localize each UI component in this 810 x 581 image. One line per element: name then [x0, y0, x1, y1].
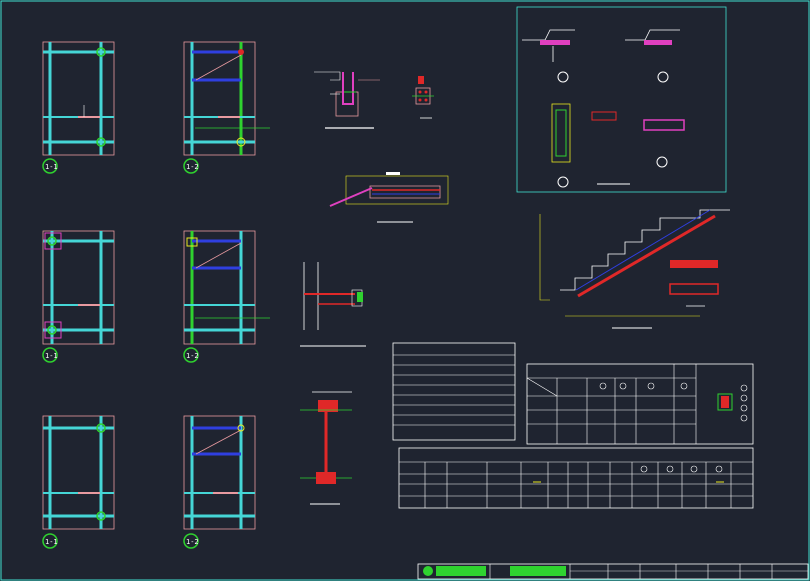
table-notes	[392, 342, 516, 441]
detail-column-base	[300, 391, 352, 505]
section-label-3: 1-1	[42, 533, 58, 549]
section-label-text: 1-2	[186, 352, 199, 360]
section-1-2-mid	[183, 230, 270, 345]
detail-wall-section	[300, 262, 366, 347]
section-1-2-top	[183, 41, 270, 156]
section-1-1-bottom	[42, 415, 115, 530]
section-label-text: 1-2	[186, 163, 199, 171]
section-label-text: 1-2	[186, 538, 199, 546]
section-label-5: 1-2	[183, 347, 199, 363]
section-label-6: 1-2	[183, 533, 199, 549]
section-label-4: 1-2	[183, 158, 199, 174]
detail-small-column	[412, 76, 434, 119]
section-label-text: 1-1	[45, 163, 58, 171]
detail-stair-section	[539, 209, 730, 329]
drawing-frame	[0, 0, 810, 581]
section-label-1: 1-1	[42, 158, 58, 174]
detail-stair-run	[329, 172, 449, 223]
section-label-text: 1-1	[45, 538, 58, 546]
title-block	[417, 563, 809, 580]
cad-drawing-canvas[interactable]: 1-1 1-1 1-1 1-2 1-2 1-2	[0, 0, 810, 581]
table-schedule	[526, 363, 754, 445]
section-1-2-bottom	[183, 415, 256, 530]
section-label-2: 1-1	[42, 347, 58, 363]
section-label-text: 1-1	[45, 352, 58, 360]
section-1-1-mid	[42, 230, 115, 345]
table-rebar-list	[398, 447, 754, 509]
section-1-1-top	[42, 41, 115, 156]
detail-beam-joint	[314, 71, 380, 129]
detail-box-top-right	[516, 6, 727, 193]
